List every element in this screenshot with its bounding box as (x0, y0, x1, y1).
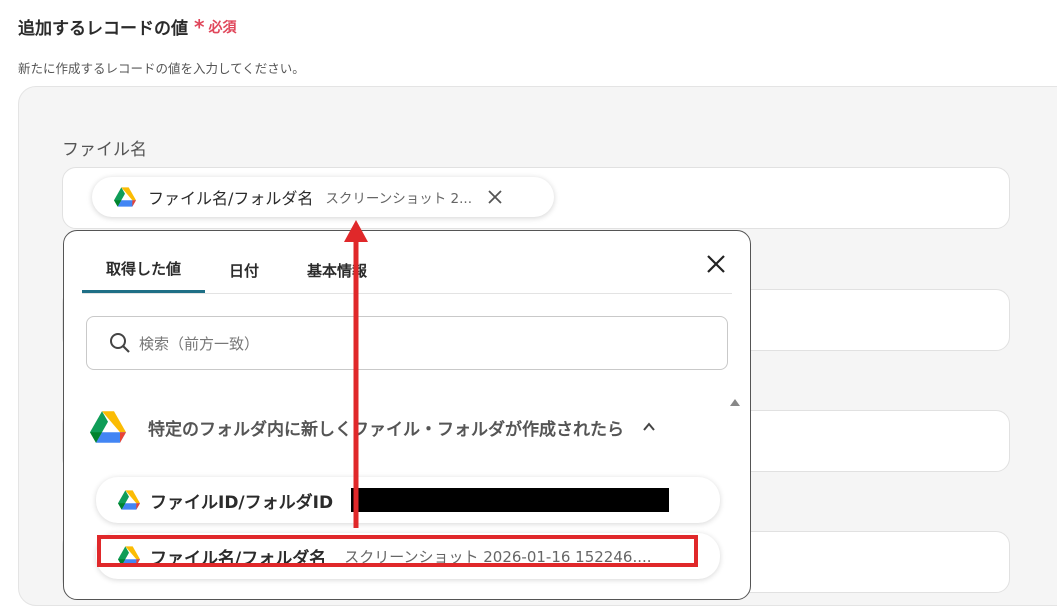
search-icon (110, 333, 130, 353)
google-drive-icon (118, 490, 140, 510)
google-drive-icon (114, 187, 136, 207)
value-item-file-id[interactable]: ファイルID/フォルダID (96, 477, 720, 523)
highlight-box (97, 535, 698, 567)
value-item-name: ファイルID/フォルダID (150, 492, 334, 513)
chip-name: ファイル名/フォルダ名 (148, 189, 314, 208)
search-input[interactable]: 検索（前方一致） (86, 316, 728, 370)
chevron-up-icon (643, 422, 655, 431)
annotation-arrow-icon (344, 220, 368, 528)
file-name-field-label: ファイル名 (62, 140, 147, 160)
section-title: 追加するレコードの値 * 必須 (18, 14, 237, 40)
scroll-up-arrow-icon[interactable] (730, 399, 740, 406)
search-placeholder: 検索（前方一致） (139, 334, 260, 353)
redacted-value (351, 488, 670, 512)
chip-close-icon[interactable] (486, 188, 504, 206)
required-star: * (194, 14, 205, 39)
tab-acquired-values[interactable]: 取得した値 (82, 247, 206, 293)
close-icon[interactable] (705, 253, 727, 275)
google-drive-icon (90, 411, 126, 443)
trigger-group-title: 特定のフォルダ内に新しくファイル・フォルダが作成されたら (148, 419, 624, 440)
required-label: 必須 (208, 19, 237, 36)
chip-value: スクリーンショット 2... (325, 191, 472, 207)
section-title-text: 追加するレコードの値 (18, 19, 188, 39)
file-name-chip[interactable]: ファイル名/フォルダ名 スクリーンショット 2... (92, 177, 554, 217)
tab-divider (82, 293, 732, 294)
section-description: 新たに作成するレコードの値を入力してください。 (18, 61, 305, 76)
tab-date[interactable]: 日付 (205, 247, 283, 293)
